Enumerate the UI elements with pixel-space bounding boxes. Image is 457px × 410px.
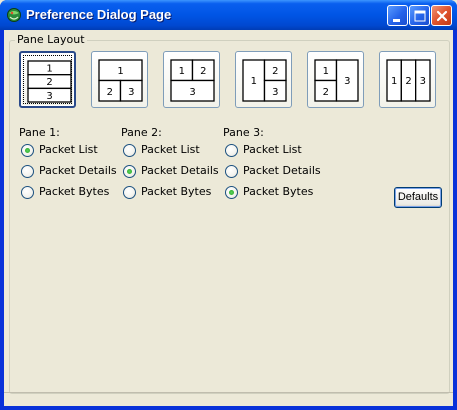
radio-selected-dot-icon [229, 190, 234, 195]
pane-number-label: 1 [117, 66, 123, 77]
pane-2-radio-packet-list[interactable]: Packet List [123, 143, 218, 158]
pane-2-radio-packet-bytes[interactable]: Packet Bytes [123, 185, 218, 200]
radio-circle-icon [225, 186, 238, 199]
pane-3-heading: Pane 3: [223, 126, 264, 139]
dialog-client-area: Pane Layout 123123123123123123 Pane 1: Pa… [4, 30, 453, 406]
layout-button-6[interactable]: 123 [379, 51, 436, 108]
pane-number-label: 3 [46, 91, 52, 102]
pane-number-label: 2 [107, 87, 113, 98]
layout-button-5[interactable]: 1 2 3 [307, 51, 364, 108]
radio-circle-icon [123, 144, 136, 157]
pane-number-label: 3 [128, 87, 134, 98]
minimize-button[interactable] [387, 5, 408, 26]
pane-number-label: 2 [272, 66, 278, 77]
radio-label: Packet Details [141, 164, 219, 177]
layout-diagram-icon: 1 2 3 [27, 60, 72, 103]
radio-label: Packet Details [243, 164, 321, 177]
dialog-window: Preference Dialog Page Pane Layout 12312… [0, 0, 457, 410]
layout-button-1[interactable]: 1 2 3 [19, 51, 76, 108]
defaults-button[interactable]: Defaults [394, 187, 442, 208]
pane-number-label: 2 [405, 76, 411, 87]
app-icon [7, 8, 21, 22]
pane-3-radio-packet-details[interactable]: Packet Details [225, 164, 321, 179]
radio-label: Packet Bytes [243, 185, 314, 198]
layout-diagram-icon: 12 3 [98, 59, 143, 102]
pane-1-radio-packet-list[interactable]: Packet List [21, 143, 116, 158]
radio-label: Packet Bytes [141, 185, 212, 198]
radio-circle-icon [21, 144, 34, 157]
radio-label: Packet List [39, 143, 98, 156]
radio-selected-dot-icon [127, 169, 132, 174]
radio-circle-icon [123, 165, 136, 178]
close-icon [436, 10, 448, 22]
pane-number-label: 1 [391, 76, 397, 87]
pane-number-label: 3 [189, 87, 195, 98]
layout-diagram-icon: 1 23 [170, 59, 215, 102]
layout-button-4[interactable]: 1 2 3 [235, 51, 292, 108]
bottom-separator [4, 392, 453, 393]
layout-button-2[interactable]: 12 3 [91, 51, 148, 108]
radio-label: Packet Details [39, 164, 117, 177]
window-title: Preference Dialog Page [26, 7, 172, 22]
layout-diagram-icon: 123 [386, 59, 431, 102]
pane-1-radio-packet-bytes[interactable]: Packet Bytes [21, 185, 116, 200]
radio-label: Packet List [243, 143, 302, 156]
pane-number-label: 1 [46, 64, 52, 75]
radio-selected-dot-icon [25, 148, 30, 153]
pane-number-label: 2 [46, 77, 52, 88]
radio-circle-icon [123, 186, 136, 199]
pane-1-heading: Pane 1: [19, 126, 60, 139]
pane-3-radio-packet-list[interactable]: Packet List [225, 143, 320, 158]
pane-number-label: 3 [344, 76, 350, 87]
radio-circle-icon [225, 165, 238, 178]
pane-number-label: 3 [420, 76, 426, 87]
layout-diagram-icon: 1 2 3 [242, 59, 287, 102]
layout-diagram-icon: 1 2 3 [314, 59, 359, 102]
pane-2-radio-packet-details[interactable]: Packet Details [123, 164, 219, 179]
layout-button-3[interactable]: 1 23 [163, 51, 220, 108]
pane-number-label: 3 [272, 87, 278, 98]
pane-number-label: 2 [200, 66, 206, 77]
minimize-icon [393, 19, 400, 22]
maximize-icon [414, 10, 426, 22]
pane-2-heading: Pane 2: [121, 126, 162, 139]
radio-label: Packet Bytes [39, 185, 110, 198]
radio-circle-icon [225, 144, 238, 157]
pane-number-label: 1 [179, 66, 185, 77]
pane-number-label: 1 [323, 66, 329, 77]
pane-1-radio-packet-details[interactable]: Packet Details [21, 164, 117, 179]
close-button[interactable] [431, 5, 452, 26]
radio-circle-icon [21, 186, 34, 199]
group-label: Pane Layout [15, 33, 87, 46]
radio-circle-icon [21, 165, 34, 178]
pane-number-label: 2 [323, 87, 329, 98]
radio-label: Packet List [141, 143, 200, 156]
maximize-button[interactable] [409, 5, 430, 26]
title-bar[interactable]: Preference Dialog Page [0, 0, 457, 30]
pane-number-label: 1 [251, 76, 257, 87]
pane-3-radio-packet-bytes[interactable]: Packet Bytes [225, 185, 320, 200]
